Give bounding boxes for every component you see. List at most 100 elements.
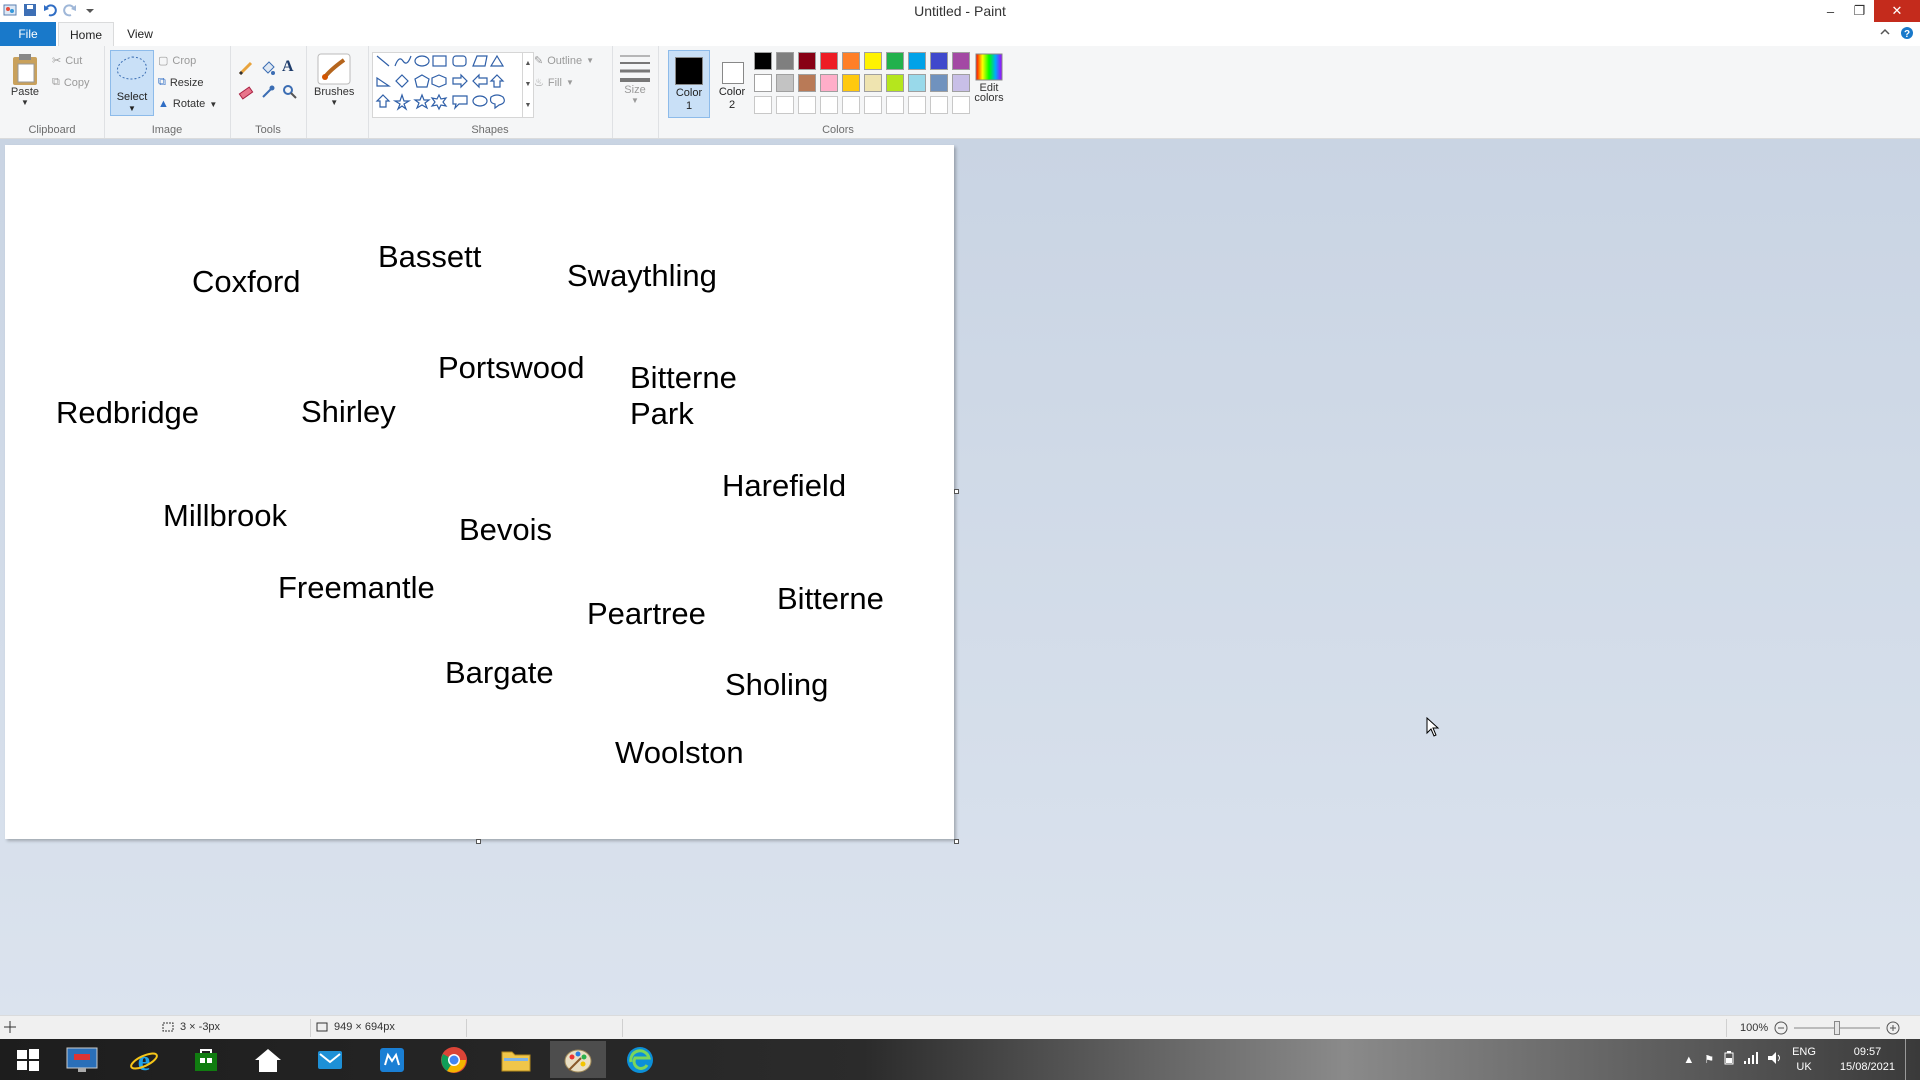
taskbar-internet-explorer[interactable]: e [116,1041,172,1078]
volume-icon[interactable] [1768,1052,1782,1067]
color-swatch[interactable] [798,96,816,114]
color-swatch[interactable] [930,96,948,114]
cut-button[interactable]: ✂ Cut [52,54,82,68]
color-swatch[interactable] [864,96,882,114]
close-button[interactable]: ✕ [1874,0,1920,22]
crop-button[interactable]: ▢ Crop [158,54,196,68]
battery-icon[interactable] [1724,1051,1734,1068]
color-swatch[interactable] [952,52,970,70]
taskbar-store[interactable] [178,1041,234,1078]
color-swatch[interactable] [908,96,926,114]
zoom-slider-thumb[interactable] [1834,1021,1841,1035]
resize-label: Resize [169,76,204,89]
start-button[interactable] [0,1041,56,1078]
language-indicator[interactable]: ENG UK [1792,1045,1816,1075]
color-swatch[interactable] [776,74,794,92]
title-bar: Untitled - Paint – ❐ ✕ [0,0,1920,22]
paste-button[interactable]: Paste ▼ [10,52,40,107]
text-tool-icon[interactable]: A [282,58,294,76]
taskbar-clock[interactable]: 09:57 15/08/2021 [1840,1045,1895,1075]
restore-button[interactable]: ❐ [1845,0,1874,22]
color-swatch[interactable] [776,96,794,114]
canvas-resize-handle-corner[interactable] [954,839,959,844]
color-swatch[interactable] [930,52,948,70]
color-swatch[interactable] [930,74,948,92]
color-swatch[interactable] [908,52,926,70]
computer-monitor-icon [66,1047,98,1072]
color-swatch[interactable] [820,52,838,70]
color-swatch[interactable] [842,52,860,70]
copy-button[interactable]: ⧉ Copy [52,76,90,89]
minimize-button[interactable]: – [1816,0,1845,22]
color-swatch[interactable] [886,52,904,70]
help-icon[interactable]: ? [1900,26,1914,43]
drawing-canvas[interactable]: Coxford Bassett Swaythling Portswood Bit… [5,145,954,839]
tab-view[interactable]: View [118,22,162,46]
color-swatch[interactable] [820,96,838,114]
tab-file[interactable]: File [0,22,56,46]
selection-size: 3 × -3px [162,1021,220,1033]
fill-button[interactable]: ♨ Fill ▼ [534,76,574,90]
select-button[interactable]: Select ▼ [110,50,154,116]
fill-bucket-icon[interactable] [260,60,276,79]
color1-button[interactable]: Color 1 [668,50,710,118]
color-swatch[interactable] [864,52,882,70]
canvas-resize-handle-bottom[interactable] [476,839,481,844]
color-swatch[interactable] [952,96,970,114]
canvas-text-shirley: Shirley [301,394,396,429]
taskbar-home[interactable] [240,1041,296,1078]
color-swatch[interactable] [754,74,772,92]
zoom-level: 100% [1740,1022,1769,1034]
taskbar-paint[interactable] [550,1041,606,1078]
color-swatch[interactable] [820,74,838,92]
shapes-gallery-scroll[interactable]: ▲ ▼ ▼ [522,52,534,118]
brushes-button[interactable]: Brushes ▼ [314,52,354,107]
rotate-button[interactable]: ▲ Rotate ▼ [158,98,217,110]
color-swatch[interactable] [886,74,904,92]
resize-button[interactable]: ⧉ Resize [158,76,203,89]
action-center-flag-icon[interactable]: ⚑ [1704,1053,1714,1066]
taskbar-mail[interactable] [302,1041,358,1078]
selection-size-icon [162,1022,174,1032]
paint-palette-icon [564,1049,592,1072]
color2-button[interactable]: Color 2 [712,50,752,116]
color-swatch[interactable] [952,74,970,92]
clock-time: 09:57 [1853,1045,1882,1058]
minimize-ribbon-icon[interactable] [1880,26,1890,43]
taskbar-teamviewer[interactable] [364,1041,420,1078]
color-swatch[interactable] [798,52,816,70]
brush-icon [317,53,351,85]
color-swatch[interactable] [798,74,816,92]
color-swatch[interactable] [754,52,772,70]
canvas-text-sholing: Sholing [725,667,829,702]
color2-number: 2 [728,99,736,111]
taskbar-file-explorer[interactable] [488,1041,544,1078]
color-swatch[interactable] [908,74,926,92]
zoom-in-icon[interactable] [1886,1021,1900,1035]
zoom-out-icon[interactable] [1774,1021,1788,1035]
color-picker-icon[interactable] [260,84,276,103]
size-button[interactable]: Size ▼ [618,52,652,105]
color-swatch[interactable] [776,52,794,70]
color-swatch[interactable] [754,96,772,114]
eraser-icon[interactable] [238,84,254,103]
tab-home[interactable]: Home [58,22,114,47]
canvas-resize-handle-right[interactable] [954,489,959,494]
color-swatch[interactable] [886,96,904,114]
edit-colors-button[interactable]: Edit colors [974,52,1004,104]
zoom-slider[interactable] [1794,1021,1881,1035]
color-swatch[interactable] [842,96,860,114]
show-hidden-icons-icon[interactable]: ▲ [1683,1054,1694,1066]
pencil-icon[interactable] [238,60,254,79]
taskbar-chrome[interactable] [426,1041,482,1078]
taskbar-edge[interactable] [612,1041,668,1078]
mouse-cursor-icon [1426,717,1440,737]
network-signal-icon[interactable] [1744,1052,1759,1067]
outline-button[interactable]: ✎ Outline ▼ [534,54,594,68]
color-swatch[interactable] [864,74,882,92]
show-desktop-button[interactable] [1905,1039,1912,1080]
color-swatch[interactable] [842,74,860,92]
taskbar-pc-app[interactable] [54,1041,110,1078]
magnifier-icon[interactable] [282,84,298,103]
shapes-gallery[interactable] [372,52,524,118]
